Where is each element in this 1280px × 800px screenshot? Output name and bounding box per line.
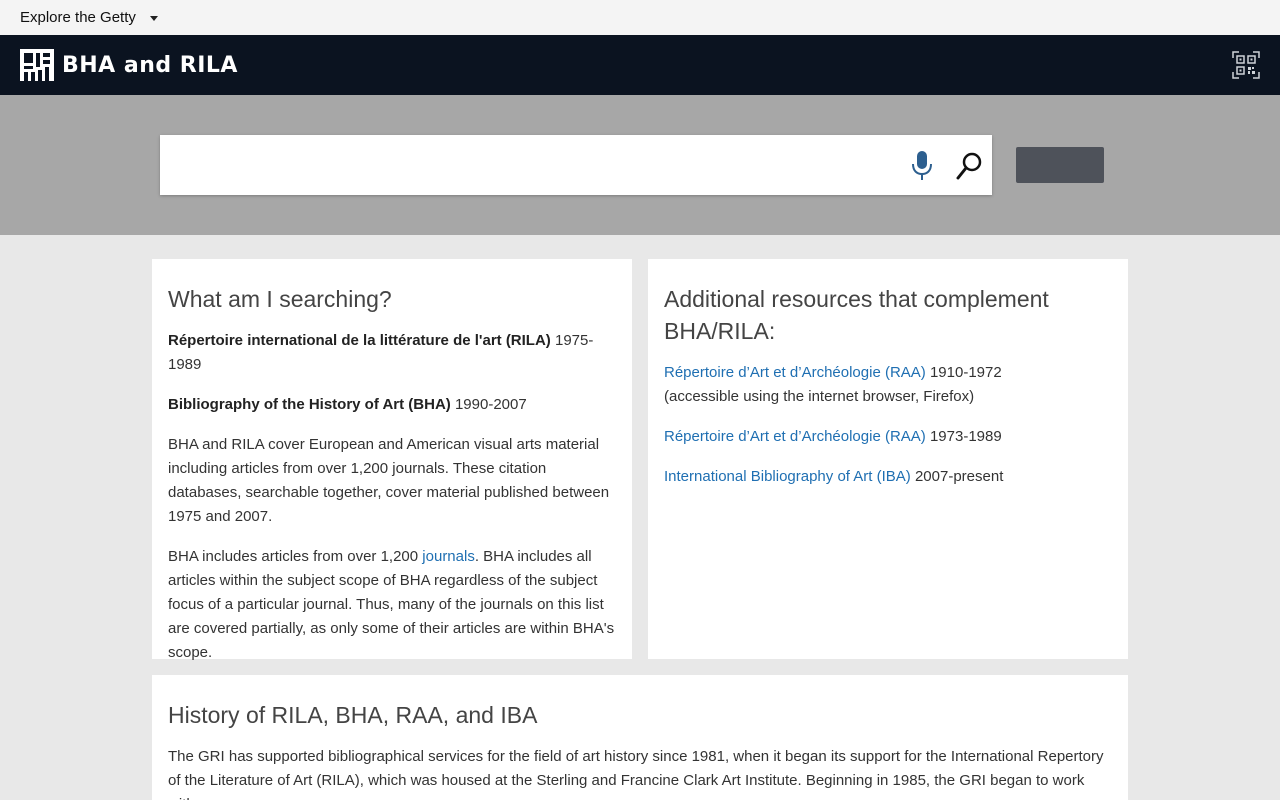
- journals-paragraph: BHA includes articles from over 1,200 jo…: [168, 545, 616, 665]
- explore-getty-dropdown[interactable]: Explore the Getty: [20, 9, 158, 26]
- resource-item: International Bibliography of Art (IBA) …: [664, 465, 1112, 489]
- explore-bar: Explore the Getty: [0, 0, 1280, 35]
- card-title: Additional resources that complement BHA…: [664, 286, 1049, 344]
- journals-pre-text: BHA includes articles from over 1,200: [168, 548, 423, 565]
- card-title: History of RILA, BHA, RAA, and IBA: [168, 702, 538, 728]
- raa-1910-link[interactable]: Répertoire d’Art et d’Archéologie (RAA): [664, 364, 926, 381]
- bha-years: 1990-2007: [450, 396, 527, 413]
- coverage-description: BHA and RILA cover European and American…: [168, 436, 610, 525]
- search-input[interactable]: [160, 135, 890, 195]
- getty-logo-icon: [20, 49, 54, 81]
- home-link[interactable]: BHA and RILA: [20, 49, 238, 81]
- raa-1973-link[interactable]: Répertoire d’Art et d’Archéologie (RAA): [664, 428, 926, 445]
- resource-years: 1910-1972: [925, 364, 1002, 381]
- resource-years: 1973-1989: [925, 428, 1002, 445]
- rila-name: Répertoire international de la littératu…: [168, 332, 551, 349]
- rila-line: Répertoire international de la littératu…: [168, 329, 616, 377]
- journals-link[interactable]: journals: [422, 548, 475, 565]
- bha-line: Bibliography of the History of Art (BHA)…: [168, 393, 616, 417]
- history-card: History of RILA, BHA, RAA, and IBA The G…: [152, 675, 1128, 800]
- resource-note: (accessible using the internet browser, …: [664, 388, 975, 405]
- what-am-i-searching-card: What am I searching? Répertoire internat…: [152, 259, 632, 661]
- qr-code-icon[interactable]: [1232, 51, 1260, 79]
- search-box: [160, 135, 992, 195]
- explore-getty-label: Explore the Getty: [20, 9, 136, 26]
- card-title: What am I searching?: [168, 286, 392, 312]
- microphone-icon[interactable]: [910, 150, 934, 182]
- caret-down-icon: [149, 16, 158, 21]
- site-header: BHA and RILA: [0, 35, 1280, 95]
- search-icon[interactable]: [956, 151, 984, 181]
- iba-link[interactable]: International Bibliography of Art (IBA): [664, 468, 911, 485]
- resource-years: 2007-present: [910, 468, 1004, 485]
- additional-resources-card: Additional resources that complement BHA…: [648, 259, 1128, 659]
- history-text: The GRI has supported bibliographical se…: [168, 748, 1104, 800]
- search-option-button[interactable]: [1016, 147, 1104, 183]
- site-title: BHA and RILA: [62, 52, 238, 78]
- resource-item: Répertoire d’Art et d’Archéologie (RAA) …: [664, 361, 1112, 409]
- resource-item: Répertoire d’Art et d’Archéologie (RAA) …: [664, 425, 1112, 449]
- bha-name: Bibliography of the History of Art (BHA): [168, 396, 451, 413]
- search-band: [0, 95, 1280, 235]
